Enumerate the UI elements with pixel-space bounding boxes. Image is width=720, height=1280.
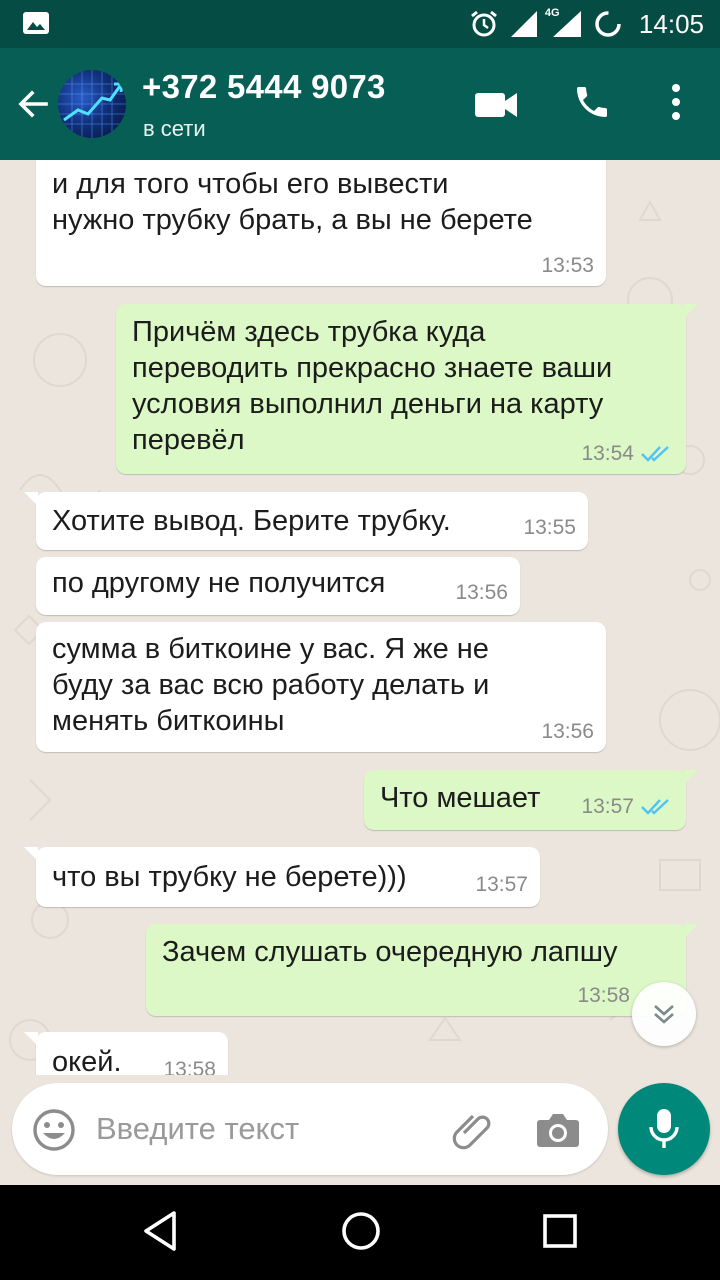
message-outgoing[interactable]: Что мешает 13:57 bbox=[364, 770, 698, 830]
message-text: Причём здесь трубка куда переводить прек… bbox=[132, 316, 613, 456]
message-time: 13:54 bbox=[581, 442, 634, 465]
bubble-tail bbox=[24, 1032, 38, 1046]
message-text: окей. bbox=[52, 1046, 122, 1075]
alarm-icon bbox=[470, 10, 497, 37]
scroll-to-bottom-button[interactable] bbox=[632, 982, 696, 1046]
nav-home-icon[interactable] bbox=[340, 1209, 382, 1253]
message-list[interactable]: и для того чтобы его вывести нужно трубк… bbox=[0, 160, 720, 1075]
signal-wifi-icon bbox=[510, 11, 537, 37]
message-time: 13:55 bbox=[523, 516, 576, 539]
network-type: 4G bbox=[544, 7, 560, 19]
message-text: что вы трубку не берете))) bbox=[52, 861, 407, 893]
read-ticks-icon bbox=[641, 799, 669, 815]
avatar-image bbox=[58, 70, 126, 138]
message-input[interactable]: Введите текст bbox=[96, 1111, 299, 1147]
message-time: 13:56 bbox=[541, 720, 594, 743]
message-text: Зачем слушать очередную лапшу bbox=[162, 936, 618, 968]
arrow-back-icon[interactable] bbox=[14, 86, 50, 122]
chat-header: +372 5444 9073 в сети bbox=[0, 48, 720, 160]
message-meta: 13:58 bbox=[163, 1058, 216, 1075]
message-incoming[interactable]: Хотите вывод. Берите трубку. 13:55 bbox=[24, 492, 588, 550]
message-text: Что мешает bbox=[380, 782, 541, 814]
message-meta: 13:58 bbox=[577, 984, 630, 1008]
message-incoming[interactable]: и для того чтобы его вывести нужно трубк… bbox=[36, 160, 606, 286]
mic-icon bbox=[649, 1109, 679, 1148]
message-time: 13:58 bbox=[577, 984, 630, 1007]
message-time: 13:57 bbox=[581, 795, 634, 818]
message-time: 13:57 bbox=[475, 873, 528, 896]
chevron-double-down-icon bbox=[654, 1005, 674, 1024]
contact-avatar[interactable] bbox=[58, 70, 126, 138]
more-vert-icon[interactable] bbox=[665, 82, 687, 122]
bubble-tail bbox=[684, 304, 698, 318]
image-notification-icon bbox=[23, 12, 49, 34]
message-incoming[interactable]: что вы трубку не берете))) 13:57 bbox=[24, 847, 540, 907]
message-incoming[interactable]: сумма в биткоине у вас. Я же не буду за … bbox=[36, 622, 606, 752]
videocam-icon[interactable] bbox=[474, 90, 518, 120]
message-text: и для того чтобы его вывести нужно трубк… bbox=[52, 168, 533, 236]
nav-back-icon[interactable] bbox=[140, 1209, 180, 1253]
message-time: 13:58 bbox=[163, 1058, 216, 1075]
bubble-tail bbox=[684, 770, 698, 784]
mic-button[interactable] bbox=[618, 1083, 710, 1175]
message-meta: 13:56 bbox=[455, 581, 508, 605]
clock: 14:05 bbox=[638, 8, 704, 39]
message-meta: 13:55 bbox=[523, 516, 576, 540]
contact-name[interactable]: +372 5444 9073 bbox=[142, 68, 386, 106]
message-incoming[interactable]: окей. 13:58 bbox=[24, 1032, 228, 1075]
message-incoming[interactable]: по другому не получится 13:56 bbox=[36, 557, 520, 615]
sync-icon bbox=[595, 11, 621, 37]
message-outgoing[interactable]: Причём здесь трубка куда переводить прек… bbox=[116, 304, 698, 474]
message-meta: 13:57 bbox=[475, 873, 528, 897]
cell-signal: 4G bbox=[545, 7, 583, 39]
message-meta: 13:57 bbox=[581, 795, 672, 819]
message-text: сумма в биткоине у вас. Я же не буду за … bbox=[52, 633, 490, 737]
message-time: 13:56 bbox=[455, 581, 508, 604]
composer-bar: Введите текст bbox=[0, 1075, 720, 1185]
system-nav-bar bbox=[0, 1185, 720, 1280]
message-meta: 13:56 bbox=[541, 720, 594, 744]
paperclip-icon[interactable] bbox=[450, 1109, 494, 1153]
bubble-tail bbox=[24, 492, 38, 506]
bubble-tail bbox=[684, 924, 698, 938]
message-meta: 13:53 bbox=[541, 254, 594, 278]
phone-icon[interactable] bbox=[572, 82, 612, 122]
message-outgoing[interactable]: Зачем слушать очередную лапшу 13:58 bbox=[146, 924, 698, 1016]
message-text: по другому не получится bbox=[52, 567, 386, 599]
nav-recents-icon[interactable] bbox=[540, 1209, 580, 1253]
contact-status: в сети bbox=[143, 116, 206, 141]
emoji-icon[interactable] bbox=[32, 1108, 76, 1152]
message-time: 13:53 bbox=[541, 254, 594, 277]
message-input-container[interactable]: Введите текст bbox=[12, 1083, 608, 1175]
message-text: Хотите вывод. Берите трубку. bbox=[52, 505, 451, 537]
read-ticks-icon bbox=[641, 446, 669, 462]
camera-icon[interactable] bbox=[536, 1111, 580, 1149]
bubble-tail bbox=[24, 847, 38, 861]
status-bar: 4G 14:05 bbox=[0, 0, 720, 48]
message-meta: 13:54 bbox=[581, 442, 672, 466]
